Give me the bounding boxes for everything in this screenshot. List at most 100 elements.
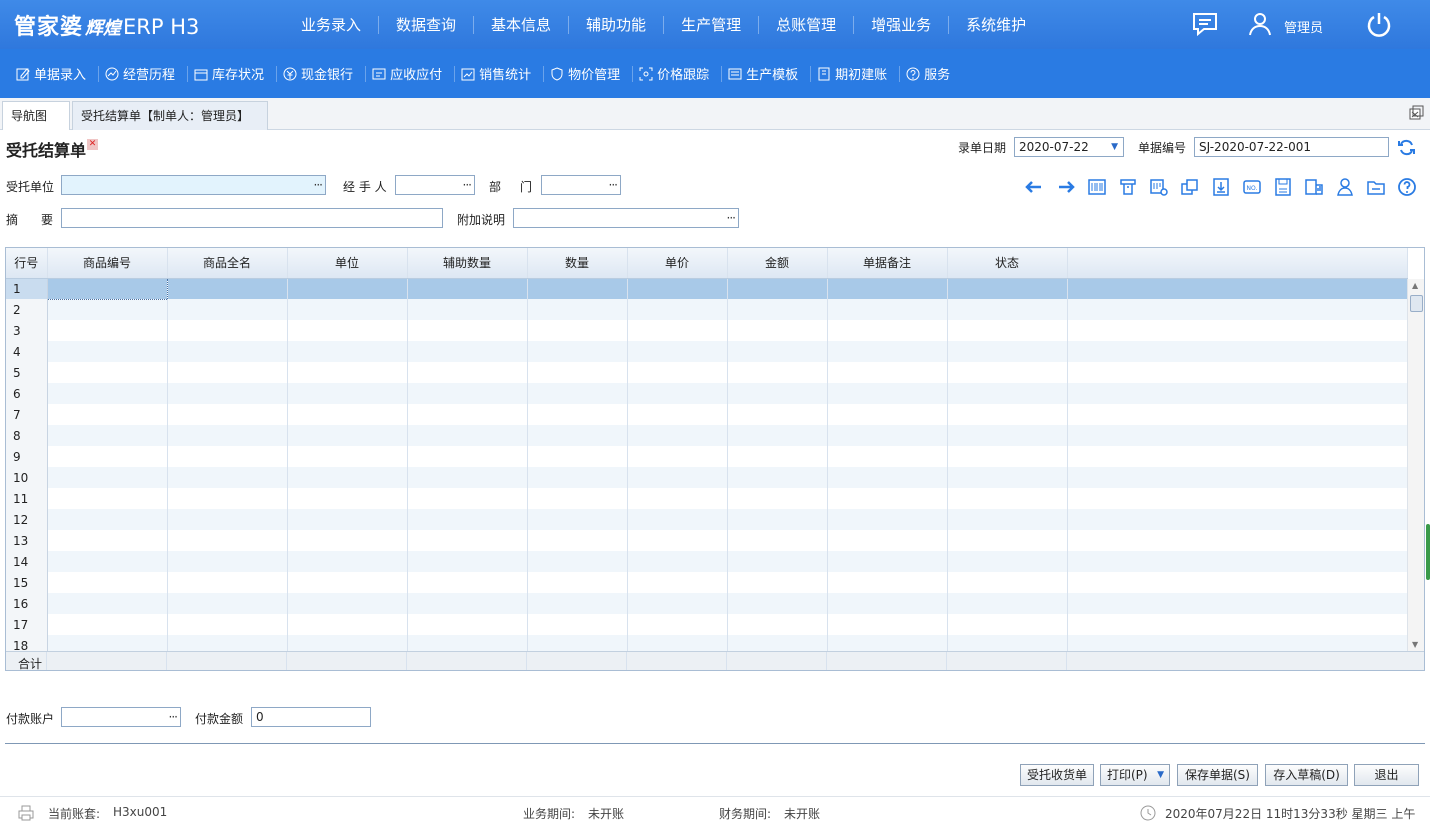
menu-item-enhanced[interactable]: 增强业务 bbox=[854, 15, 950, 34]
grid-cell[interactable] bbox=[827, 488, 948, 509]
quick-receivable-payable[interactable]: 应收应付 bbox=[366, 65, 456, 83]
grid-cell[interactable] bbox=[627, 278, 728, 299]
save-draft-button[interactable]: 存入草稿(D) bbox=[1265, 764, 1348, 786]
col-header-quantity[interactable]: 数量 bbox=[527, 248, 628, 279]
power-icon[interactable] bbox=[1366, 12, 1392, 38]
grid-cell[interactable] bbox=[727, 362, 828, 383]
grid-cell[interactable] bbox=[627, 425, 728, 446]
grid-cell[interactable] bbox=[527, 467, 628, 488]
grid-cell[interactable] bbox=[47, 593, 168, 614]
vertical-scrollbar[interactable]: ▲ ▼ bbox=[1407, 279, 1424, 651]
grid-cell[interactable] bbox=[527, 320, 628, 341]
grid-cell[interactable] bbox=[727, 299, 828, 320]
refresh-icon[interactable] bbox=[1397, 138, 1416, 157]
grid-cell[interactable] bbox=[727, 341, 828, 362]
grid-cell[interactable] bbox=[47, 446, 168, 467]
grid-cell[interactable] bbox=[627, 320, 728, 341]
grid-cell[interactable] bbox=[167, 488, 288, 509]
help-icon[interactable] bbox=[1397, 177, 1417, 197]
grid-cell[interactable] bbox=[947, 278, 1068, 299]
grid-cell[interactable] bbox=[167, 341, 288, 362]
handler-field[interactable]: ··· bbox=[395, 175, 475, 195]
menu-item-production[interactable]: 生产管理 bbox=[664, 15, 760, 34]
table-row[interactable]: 12 bbox=[6, 509, 1408, 530]
grid-cell[interactable] bbox=[407, 446, 528, 467]
grid-cell[interactable] bbox=[287, 572, 408, 593]
grid-cell[interactable] bbox=[287, 614, 408, 635]
quick-cash-bank[interactable]: 现金银行 bbox=[277, 65, 367, 83]
col-header-status[interactable]: 状态 bbox=[947, 248, 1068, 279]
grid-cell[interactable] bbox=[947, 383, 1068, 404]
summary-field[interactable] bbox=[61, 208, 443, 228]
tab-consignment-settlement[interactable]: 受托结算单【制单人：管理员】 ✕ bbox=[72, 101, 268, 150]
grid-cell[interactable] bbox=[827, 425, 948, 446]
grid-cell[interactable] bbox=[167, 530, 288, 551]
grid-cell[interactable] bbox=[727, 488, 828, 509]
consignee-unit-field[interactable]: ··· bbox=[61, 175, 326, 195]
grid-cell[interactable] bbox=[287, 362, 408, 383]
quick-business-history[interactable]: 经营历程 bbox=[99, 65, 189, 83]
grid-cell[interactable] bbox=[407, 299, 528, 320]
grid-cell[interactable] bbox=[827, 572, 948, 593]
save-bill-button[interactable]: 保存单据(S) bbox=[1177, 764, 1258, 786]
grid-cell[interactable] bbox=[947, 299, 1068, 320]
grid-cell[interactable] bbox=[167, 320, 288, 341]
grid-cell[interactable] bbox=[167, 551, 288, 572]
table-row[interactable]: 1 bbox=[6, 277, 1408, 300]
grid-cell[interactable] bbox=[827, 404, 948, 425]
grid-cell[interactable] bbox=[527, 572, 628, 593]
grid-cell[interactable] bbox=[627, 341, 728, 362]
grid-cell[interactable] bbox=[167, 383, 288, 404]
copy-icon[interactable] bbox=[1180, 177, 1200, 197]
grid-cell[interactable] bbox=[527, 593, 628, 614]
grid-cell[interactable] bbox=[287, 530, 408, 551]
grid-cell[interactable] bbox=[47, 404, 168, 425]
grid-cell[interactable] bbox=[167, 278, 288, 299]
grid-cell[interactable] bbox=[47, 341, 168, 362]
department-field[interactable]: ··· bbox=[541, 175, 621, 195]
grid-cell[interactable] bbox=[827, 362, 948, 383]
grid-cell[interactable] bbox=[947, 404, 1068, 425]
exit-button[interactable]: 退出 bbox=[1354, 764, 1419, 786]
grid-cell[interactable] bbox=[627, 299, 728, 320]
grid-cell[interactable] bbox=[827, 593, 948, 614]
grid-cell[interactable] bbox=[527, 278, 628, 299]
chevron-down-icon[interactable]: ▼ bbox=[1157, 765, 1164, 785]
grid-cell[interactable] bbox=[407, 341, 528, 362]
col-header-aux-quantity[interactable]: 辅助数量 bbox=[407, 248, 528, 279]
person-icon[interactable] bbox=[1335, 177, 1355, 197]
grid-cell[interactable] bbox=[167, 299, 288, 320]
grid-cell[interactable] bbox=[827, 509, 948, 530]
grid-cell[interactable] bbox=[287, 404, 408, 425]
grid-cell[interactable] bbox=[407, 467, 528, 488]
grid-cell[interactable] bbox=[287, 320, 408, 341]
grid-cell[interactable] bbox=[527, 299, 628, 320]
import-icon[interactable] bbox=[1211, 177, 1231, 197]
grid-cell[interactable] bbox=[287, 299, 408, 320]
grid-cell[interactable] bbox=[527, 488, 628, 509]
table-row[interactable]: 15 bbox=[6, 572, 1408, 593]
grid-cell[interactable] bbox=[167, 425, 288, 446]
current-user[interactable]: 管理员 bbox=[1284, 17, 1323, 36]
table-row[interactable]: 11 bbox=[6, 488, 1408, 509]
grid-cell[interactable] bbox=[47, 320, 168, 341]
scroll-thumb[interactable] bbox=[1410, 295, 1423, 312]
grid-cell[interactable] bbox=[727, 446, 828, 467]
grid-cell[interactable] bbox=[727, 425, 828, 446]
table-row[interactable]: 6 bbox=[6, 383, 1408, 404]
col-header-unit[interactable]: 单位 bbox=[287, 248, 408, 279]
grid-cell[interactable] bbox=[827, 341, 948, 362]
grid-cell[interactable] bbox=[47, 362, 168, 383]
scroll-down-icon[interactable]: ▼ bbox=[1412, 640, 1418, 649]
grid-cell[interactable] bbox=[947, 530, 1068, 551]
table-row[interactable]: 4 bbox=[6, 341, 1408, 362]
grid-cell[interactable] bbox=[47, 530, 168, 551]
table-row[interactable]: 10 bbox=[6, 467, 1408, 488]
grid-cell[interactable] bbox=[47, 614, 168, 635]
grid-cell[interactable] bbox=[407, 404, 528, 425]
grid-cell[interactable] bbox=[167, 509, 288, 530]
arrow-right-icon[interactable] bbox=[1056, 177, 1076, 197]
browse-icon[interactable]: ··· bbox=[463, 176, 473, 194]
grid-cell[interactable] bbox=[627, 446, 728, 467]
grid-cell[interactable] bbox=[627, 509, 728, 530]
